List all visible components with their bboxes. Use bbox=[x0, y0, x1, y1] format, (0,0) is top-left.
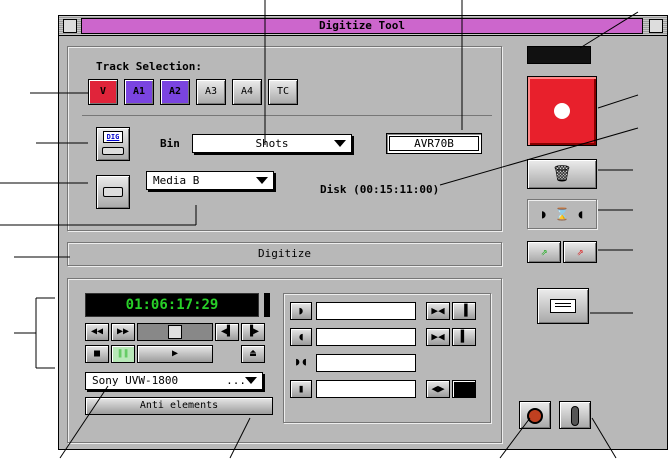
microphone-button[interactable] bbox=[559, 401, 591, 429]
track-button-tc[interactable]: TC bbox=[268, 79, 298, 105]
shuttle-thumb[interactable] bbox=[168, 325, 182, 339]
trash-icon: 🗑 bbox=[551, 164, 573, 183]
mark-clip-field[interactable] bbox=[316, 380, 416, 398]
deck-icon bbox=[550, 299, 576, 313]
video-source-button[interactable] bbox=[96, 175, 130, 209]
media-drive-dropdown[interactable]: Media B bbox=[146, 171, 274, 190]
pause-button[interactable]: ❚❚ bbox=[111, 345, 135, 363]
disk-space-label: Disk (00:15:11:00) bbox=[320, 183, 440, 196]
digitize-status-label: Digitize bbox=[258, 247, 311, 260]
dig-icon: DIG bbox=[103, 131, 123, 143]
fast-forward-button[interactable]: ▶▶ bbox=[111, 323, 135, 341]
mark-panel: ◗ ▶◀ ▐ ◖ ▶◀ ▌ ◗◖ ▮ ◀▶ bbox=[283, 293, 491, 423]
transfer-in-button[interactable]: ⇗ bbox=[527, 241, 561, 263]
chevron-down-icon bbox=[256, 177, 268, 184]
track-button-a1[interactable]: A1 bbox=[124, 79, 154, 105]
clear-clip-icon[interactable] bbox=[452, 380, 476, 398]
rewind-button[interactable]: ◀◀ bbox=[85, 323, 109, 341]
deck-control-panel: 01:06:17:29 ◀◀ ▶▶ ◀▌ ▐▶ ■ ❚❚ ▶ ⏏ Sony UV… bbox=[67, 278, 502, 443]
record-icon bbox=[554, 103, 570, 119]
eject-button[interactable]: ⏏ bbox=[241, 345, 265, 363]
arrow-right-icon: ⇗ bbox=[540, 245, 548, 258]
deck-dropdown-ellipsis: ... bbox=[226, 374, 246, 387]
shuttle-slider[interactable] bbox=[137, 323, 213, 341]
mark-in-icon[interactable]: ◗ bbox=[290, 302, 312, 320]
tape-name-value: AVR70B bbox=[389, 136, 479, 151]
bin-dropdown-value: Shots bbox=[255, 137, 289, 150]
digitize-status-bar: Digitize bbox=[67, 242, 502, 266]
track-button-a4[interactable]: A4 bbox=[232, 79, 262, 105]
deck-settings-button[interactable] bbox=[537, 288, 589, 324]
play-button[interactable]: ▶ bbox=[137, 345, 213, 363]
record-button[interactable] bbox=[527, 76, 597, 146]
microphone-icon bbox=[571, 406, 579, 426]
digitize-to-bin-button[interactable]: DIG bbox=[96, 127, 130, 161]
tape-icon bbox=[102, 147, 124, 155]
title-bar[interactable]: Digitize Tool bbox=[59, 16, 667, 36]
go-to-out-icon[interactable]: ▶◀ bbox=[426, 328, 450, 346]
transfer-out-button[interactable]: ⇗ bbox=[563, 241, 597, 263]
chevron-down-icon bbox=[334, 140, 346, 147]
track-selection-label: Track Selection: bbox=[96, 60, 202, 73]
tape-name-field[interactable]: AVR70B bbox=[386, 133, 482, 154]
go-to-clip-icon[interactable]: ◀▶ bbox=[426, 380, 450, 398]
digitize-tool-window: Digitize Tool Track Selection: V A1 A2 A… bbox=[58, 15, 668, 450]
bin-label: Bin bbox=[160, 137, 180, 150]
timecode-display: 01:06:17:29 bbox=[85, 293, 259, 317]
audio-tool-button[interactable] bbox=[519, 401, 551, 429]
clear-in-icon[interactable]: ▐ bbox=[452, 302, 476, 320]
arrow-right-icon: ⇗ bbox=[576, 245, 584, 258]
mark-out-field[interactable] bbox=[316, 328, 416, 346]
step-forward-button[interactable]: ▐▶ bbox=[241, 323, 265, 341]
bin-dropdown[interactable]: Shots bbox=[192, 134, 352, 153]
close-box[interactable] bbox=[63, 19, 77, 33]
audio-tool-icon bbox=[527, 408, 543, 424]
settings-panel: Track Selection: V A1 A2 A3 A4 TC DIG Bi… bbox=[67, 46, 502, 231]
duration-icon: ◗◖ bbox=[294, 355, 308, 368]
deck-dropdown-value: Sony UVW-1800 bbox=[92, 374, 179, 387]
zoom-box[interactable] bbox=[649, 19, 663, 33]
tape-icon bbox=[103, 187, 123, 197]
go-to-in-icon[interactable]: ▶◀ bbox=[426, 302, 450, 320]
timecode-marker bbox=[264, 293, 270, 317]
chevron-down-icon bbox=[245, 377, 257, 384]
mode-indicator[interactable]: ◗ ⌛ ◖ bbox=[527, 199, 597, 229]
stop-button[interactable]: ■ bbox=[85, 345, 109, 363]
media-drive-value: Media B bbox=[153, 174, 200, 187]
track-button-v[interactable]: V bbox=[88, 79, 118, 105]
anti-elements-button[interactable]: Anti elements bbox=[85, 397, 273, 415]
status-display bbox=[527, 46, 591, 64]
track-selector: V A1 A2 A3 A4 TC bbox=[82, 79, 482, 111]
step-back-button[interactable]: ◀▌ bbox=[215, 323, 239, 341]
mark-in-out-icon: ◗ ⌛ ◖ bbox=[540, 207, 584, 221]
deck-dropdown[interactable]: Sony UVW-1800 ... bbox=[85, 372, 263, 390]
track-button-a3[interactable]: A3 bbox=[196, 79, 226, 105]
delete-button[interactable]: 🗑 bbox=[527, 159, 597, 189]
mark-out-icon[interactable]: ◖ bbox=[290, 328, 312, 346]
track-button-a2[interactable]: A2 bbox=[160, 79, 190, 105]
mark-in-field[interactable] bbox=[316, 302, 416, 320]
window-title: Digitize Tool bbox=[318, 19, 406, 32]
divider bbox=[82, 115, 492, 116]
duration-field[interactable] bbox=[316, 354, 416, 372]
title-bar-fill: Digitize Tool bbox=[81, 18, 643, 34]
clear-out-icon[interactable]: ▌ bbox=[452, 328, 476, 346]
mark-clip-icon[interactable]: ▮ bbox=[290, 380, 312, 398]
